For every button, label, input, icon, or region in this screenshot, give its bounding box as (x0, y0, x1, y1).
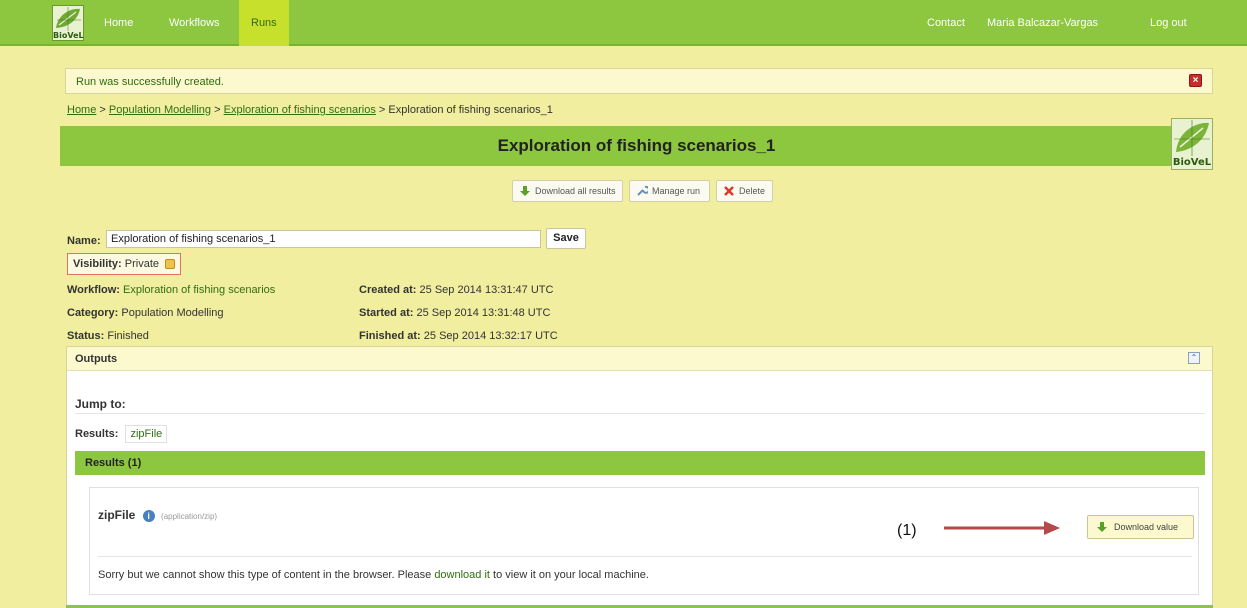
breadcrumb-current: Exploration of fishing scenarios_1 (388, 104, 553, 116)
created-label: Created at: (359, 284, 417, 296)
status-value: Finished (107, 330, 149, 342)
download-value-button[interactable]: Download value (1087, 515, 1194, 539)
status-meta: Status: Finished (67, 329, 149, 343)
created-meta: Created at: 25 Sep 2014 13:31:47 UTC (359, 283, 553, 297)
finished-meta: Finished at: 25 Sep 2014 13:32:17 UTC (359, 329, 558, 343)
started-meta: Started at: 25 Sep 2014 13:31:48 UTC (359, 306, 550, 320)
category-meta: Category: Population Modelling (67, 306, 224, 320)
zipfile-mime: (application/zip) (161, 512, 218, 521)
results-header-bar: Results (1) (75, 451, 1205, 475)
top-nav: BioVeL Home Workflows Runs Contact Maria… (0, 0, 1247, 46)
download-value-label: Download value (1114, 522, 1179, 532)
close-icon[interactable]: × (1189, 74, 1202, 87)
outputs-panel: Outputs ⌃ Jump to: Results: zipFile Resu… (66, 346, 1213, 608)
message-after: to view it on your local machine. (493, 569, 649, 581)
finished-value: 25 Sep 2014 13:32:17 UTC (423, 330, 558, 342)
biovel-logo[interactable]: BioVeL (52, 5, 84, 41)
breadcrumb-sep: > (378, 104, 386, 116)
download-icon (520, 186, 530, 196)
nav-user[interactable]: Maria Balcazar-Vargas (975, 0, 1110, 46)
download-all-button[interactable]: Download all results (512, 180, 623, 202)
started-value: 25 Sep 2014 13:31:48 UTC (416, 307, 551, 319)
nav-runs[interactable]: Runs (239, 0, 289, 46)
jump-to-label: Jump to: (75, 397, 126, 411)
breadcrumb-category[interactable]: Population Modelling (109, 104, 211, 116)
biovel-corner-logo: BioVeL (1171, 118, 1213, 170)
breadcrumb-home[interactable]: Home (67, 104, 96, 116)
nav-logout[interactable]: Log out (1138, 0, 1199, 46)
status-label: Status: (67, 330, 105, 342)
divider (98, 556, 1192, 557)
visibility-box[interactable]: Visibility: Private (67, 253, 182, 275)
run-name-input[interactable] (106, 230, 541, 248)
manage-run-button[interactable]: Manage run (629, 180, 710, 202)
logo-text: BioVeL (53, 31, 84, 40)
divider (75, 413, 1205, 414)
message-before: Sorry but we cannot show this type of co… (98, 569, 432, 581)
flash-message: Run was successfully created. × (65, 68, 1213, 94)
collapse-icon[interactable]: ⌃ (1188, 352, 1200, 364)
category-value: Population Modelling (121, 307, 224, 319)
finished-label: Finished at: (359, 330, 421, 342)
name-row: Name: (67, 232, 101, 250)
page-title: Exploration of fishing scenarios_1 (497, 136, 776, 155)
leaf-icon (1174, 120, 1210, 156)
breadcrumb-workflow[interactable]: Exploration of fishing scenarios (224, 104, 376, 116)
logo-text: BioVeL (1172, 157, 1212, 168)
wrench-icon (637, 185, 648, 196)
zipfile-title: zipFile i (application/zip) (98, 508, 217, 522)
leaf-icon (56, 7, 81, 31)
save-button[interactable]: Save (546, 228, 586, 249)
breadcrumb-sep: > (214, 104, 221, 116)
outputs-header: Outputs ⌃ (67, 347, 1212, 371)
download-it-link[interactable]: download it (434, 569, 490, 581)
breadcrumb: Home > Population Modelling > Exploratio… (67, 104, 553, 116)
visibility-value: Private (124, 258, 160, 270)
results-jump-line: Results: zipFile (75, 425, 168, 443)
lock-icon (165, 259, 176, 270)
download-all-label: Download all results (535, 186, 616, 196)
nav-contact[interactable]: Contact (915, 0, 977, 46)
manage-run-label: Manage run (652, 186, 701, 196)
download-icon (1097, 522, 1107, 532)
name-label: Name: (67, 235, 101, 247)
category-label: Category: (67, 307, 119, 319)
started-label: Started at: (359, 307, 414, 319)
delete-button[interactable]: Delete (716, 180, 773, 202)
nav-home[interactable]: Home (92, 0, 145, 46)
zipfile-name: zipFile (98, 508, 136, 522)
breadcrumb-sep: > (99, 104, 106, 116)
workflow-meta: Workflow: Exploration of fishing scenari… (67, 283, 275, 297)
zipfile-output-box: zipFile i (application/zip) Sorry but we… (89, 487, 1199, 595)
delete-label: Delete (739, 186, 766, 196)
annotation-label: (1) (897, 522, 917, 539)
nav-workflows[interactable]: Workflows (157, 0, 232, 46)
workflow-link[interactable]: Exploration of fishing scenarios (123, 284, 275, 296)
results-header: Results (1) (85, 457, 142, 469)
created-value: 25 Sep 2014 13:31:47 UTC (419, 284, 554, 296)
visibility-label: Visibility: (73, 258, 122, 270)
arrow-icon (944, 521, 1060, 535)
info-icon[interactable]: i (142, 509, 155, 522)
outputs-title: Outputs (75, 353, 118, 365)
flash-text: Run was successfully created. (76, 76, 224, 88)
workflow-label: Workflow: (67, 284, 120, 296)
zipfile-jump-link[interactable]: zipFile (125, 425, 168, 443)
title-bar: Exploration of fishing scenarios_1 (60, 126, 1213, 166)
unsupported-content-message: Sorry but we cannot show this type of co… (98, 569, 649, 581)
delete-x-icon (724, 186, 734, 196)
results-jump-label: Results: (75, 428, 119, 440)
